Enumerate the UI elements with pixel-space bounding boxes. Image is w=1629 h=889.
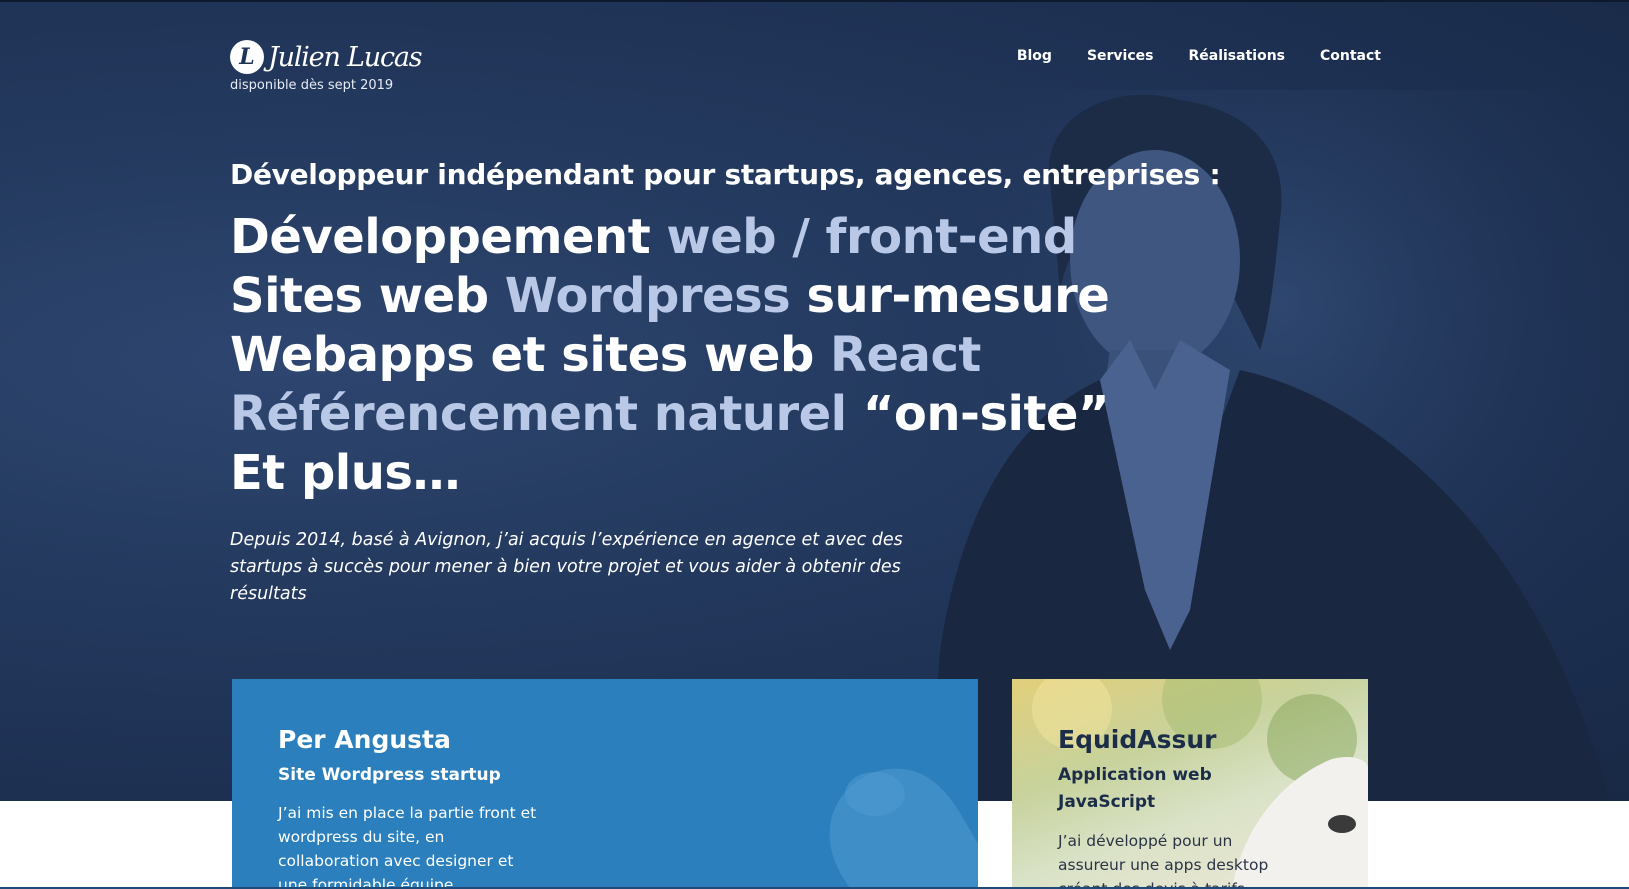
nav-item-blog[interactable]: Blog [1017,48,1052,64]
card-subtitle: Application web JavaScript [1058,765,1212,812]
nav-item-contact[interactable]: Contact [1320,48,1381,64]
headline-highlight: Référencement naturel [230,386,847,442]
project-card-equidassur[interactable]: EquidAssur Application web JavaScript J’… [1012,679,1368,889]
headline-highlight: web / front-end [666,209,1077,265]
headline-text: sur-mesure [790,268,1110,324]
headline-line-2: Sites web Wordpress sur-mesure [230,267,1110,326]
hero-kicker: Développeur indépendant pour startups, a… [230,158,1221,191]
top-border [0,0,1629,2]
headline-line-1: Développement web / front-end [230,208,1109,267]
card-text: J’ai développé pour un assureur une apps… [1058,832,1269,889]
card-title: Per Angusta [278,725,451,754]
headline-text: Et plus… [230,445,461,501]
main-nav: Blog Services Réalisations Contact [982,48,1381,64]
logo-icon: L [230,40,264,74]
nav-item-realisations[interactable]: Réalisations [1188,48,1285,64]
hero-headline: Développement web / front-end Sites web … [230,208,1110,503]
headline-line-5: Et plus… [230,444,1109,503]
card-subtitle: Site Wordpress startup [278,765,501,785]
logo-name: Julien Lucas [268,41,423,73]
headline-line-3: Webapps et sites web React [230,326,1109,385]
headline-text: Webapps et sites web [230,327,831,383]
logo[interactable]: L Julien Lucas [230,40,423,74]
headline-text: Développement [230,209,667,265]
headline-highlight: Wordpress [504,268,791,324]
headline-highlight: React [830,327,981,383]
availability-note: disponible dès sept 2019 [230,78,394,93]
headline-line-4: Référencement naturel “on-site” [230,385,1110,444]
card-title: EquidAssur [1058,725,1217,754]
project-card-per-angusta[interactable]: Per Angusta Site Wordpress startup J’ai … [232,679,978,889]
card-text: J’ai mis en place la partie front et wor… [278,804,537,889]
hero-intro: Depuis 2014, basé à Avignon, j’ai acquis… [230,530,903,604]
headline-text: Sites web [230,268,505,324]
card-decoration [829,768,978,889]
nav-item-services[interactable]: Services [1087,48,1154,64]
headline-text: “on-site” [846,386,1110,442]
